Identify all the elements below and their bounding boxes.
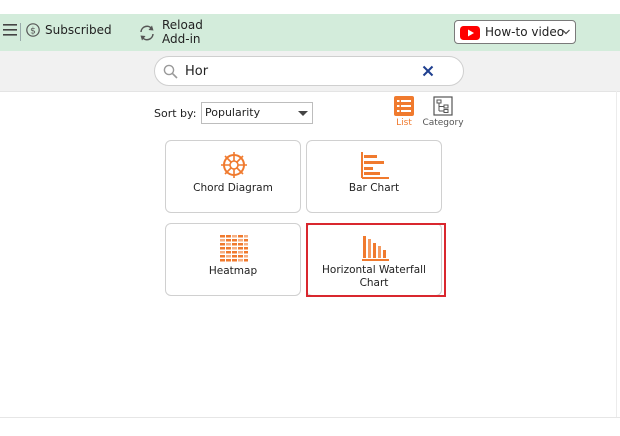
- category-view-icon: [433, 96, 453, 116]
- chart-card-horizontal-waterfall[interactable]: Horizontal Waterfall Chart: [306, 223, 442, 296]
- reload-icon[interactable]: [138, 24, 156, 42]
- toolbar-divider: [20, 23, 21, 41]
- top-margin: [0, 0, 620, 14]
- search-bar: [0, 51, 620, 92]
- chevron-down-icon: [562, 29, 570, 35]
- card-label: Bar Chart: [348, 182, 400, 194]
- list-view-icon: [394, 96, 414, 116]
- subscription-status[interactable]: Subscribed: [45, 23, 112, 37]
- panel-bottom-border: [0, 417, 620, 418]
- category-view-label: Category: [422, 118, 464, 128]
- list-view-label: List: [396, 118, 412, 128]
- chart-card-heatmap[interactable]: Heatmap: [165, 223, 301, 296]
- card-label-wrapped: Horizontal Waterfall Chart: [322, 264, 426, 289]
- search-icon: [163, 64, 178, 79]
- youtube-icon: [460, 26, 480, 40]
- reload-label-line2: Add-in: [162, 32, 201, 46]
- reload-add-in-button[interactable]: Reload Add-in: [162, 18, 203, 46]
- chord-diagram-icon: [221, 152, 247, 178]
- horizontal-waterfall-icon: [362, 236, 389, 261]
- reload-label-line1: Reload: [162, 18, 203, 32]
- search-box[interactable]: [154, 56, 464, 86]
- bar-chart-icon: [361, 152, 389, 179]
- view-list-toggle[interactable]: List: [392, 96, 416, 130]
- view-category-toggle[interactable]: Category: [420, 96, 466, 130]
- svg-text:$: $: [30, 26, 36, 36]
- search-input[interactable]: [185, 62, 415, 80]
- chart-card-chord-diagram[interactable]: Chord Diagram: [165, 140, 301, 213]
- sort-by-label: Sort by:: [154, 107, 197, 120]
- card-label: Chord Diagram: [193, 182, 273, 194]
- card-label: Heatmap: [208, 265, 258, 277]
- how-to-video-label: How-to video: [485, 25, 565, 39]
- add-in-toolbar: $ Subscribed Reload Add-in How-to video: [0, 14, 620, 52]
- sort-selected-value: Popularity: [205, 106, 261, 119]
- chart-card-bar-chart[interactable]: Bar Chart: [306, 140, 442, 213]
- dropdown-caret-icon: [298, 111, 308, 116]
- dollar-coin-icon: $: [26, 23, 40, 37]
- panel-right-border: [616, 91, 617, 417]
- how-to-video-dropdown[interactable]: How-to video: [454, 20, 576, 44]
- sort-by-dropdown[interactable]: Popularity: [201, 102, 313, 124]
- clear-search-icon[interactable]: [422, 65, 434, 77]
- hamburger-menu-icon[interactable]: [3, 24, 17, 36]
- heatmap-icon: [220, 235, 248, 262]
